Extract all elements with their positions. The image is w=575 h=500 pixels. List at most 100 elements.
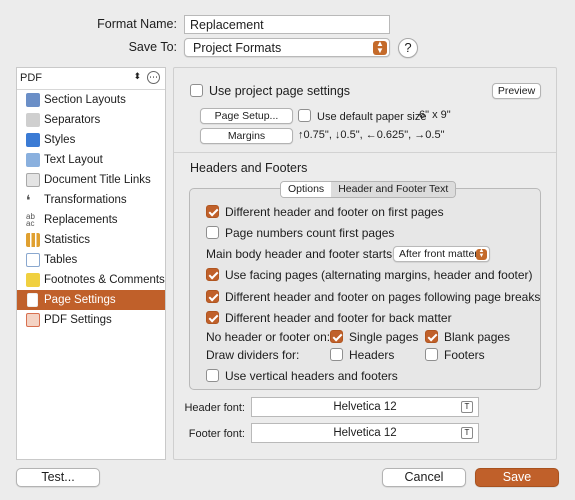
sidebar-item-label: Text Layout [44, 154, 103, 166]
checkbox-box [206, 226, 219, 239]
section-divider [174, 152, 556, 153]
chart-icon [26, 233, 40, 247]
paper-size-value: 6" x 9" [419, 109, 451, 121]
facing-pages-checkbox[interactable]: Use facing pages (alternating margins, h… [206, 268, 533, 282]
chevron-updown-icon: ⬍ [133, 71, 141, 81]
sidebar-item-label: Footnotes & Comments [44, 274, 165, 286]
dividers-label: Draw dividers for: [206, 348, 300, 362]
single-pages-checkbox[interactable]: Single pages [330, 330, 418, 344]
blank-pages-checkbox[interactable]: Blank pages [425, 330, 510, 344]
no-header-label: No header or footer on: [206, 330, 331, 344]
sidebar-item-label: Statistics [44, 234, 91, 246]
header-font-value: Helvetica 12 [333, 401, 397, 413]
format-name-input[interactable]: Replacement [184, 15, 390, 34]
footer-font-field[interactable]: Helvetica 12 T [251, 423, 479, 443]
checkbox-label: Different header and footer for back mat… [225, 311, 452, 325]
quote-icon: ❛ [26, 192, 31, 208]
main-body-label: Main body header and footer starts: [206, 247, 396, 261]
footers-divider-checkbox[interactable]: Footers [425, 348, 485, 362]
sidebar-item-separators[interactable]: Separators [17, 110, 165, 130]
main-body-value: After front matter [399, 248, 478, 260]
sidebar-item-pdf-settings[interactable]: PDF Settings [17, 310, 165, 330]
checkbox-label: Use facing pages (alternating margins, h… [225, 268, 533, 282]
chevron-updown-icon: ▲ ▼ [373, 40, 387, 55]
sidebar-item-label: PDF Settings [44, 314, 112, 326]
sidebar-item-tables[interactable]: Tables [17, 250, 165, 270]
page-breaks-checkbox[interactable]: Different header and footer on pages fol… [206, 290, 540, 304]
checkbox-box [206, 369, 219, 382]
main-body-select[interactable]: After front matter ▲ ▼ [393, 246, 490, 262]
footer-font-label: Footer font: [188, 428, 245, 440]
styles-icon [26, 133, 40, 147]
sidebar-item-label: Document Title Links [44, 174, 151, 186]
checkbox-box [330, 330, 343, 343]
sidebar-item-label: Section Layouts [44, 94, 126, 106]
headers-divider-checkbox[interactable]: Headers [330, 348, 394, 362]
sidebar-item-label: Tables [44, 254, 78, 266]
save-to-label: Save To: [128, 40, 177, 54]
margins-button[interactable]: Margins [200, 128, 293, 144]
checkbox-label: Different header and footer on first pag… [225, 205, 444, 219]
options-menu-icon[interactable]: ⋯ [147, 71, 160, 84]
sidebar-item-label: Styles [44, 134, 76, 146]
sidebar-format-value: PDF [20, 72, 42, 84]
text-layout-icon [26, 153, 40, 167]
checkbox-label: Use default paper size [317, 111, 427, 123]
checkbox-label: Blank pages [444, 330, 511, 344]
section-title: Headers and Footers [190, 161, 308, 175]
checkbox-box [206, 311, 219, 324]
sidebar-item-statistics[interactable]: Statistics [17, 230, 165, 250]
help-button[interactable]: ? [398, 38, 418, 58]
diff-first-pages-checkbox[interactable]: Different header and footer on first pag… [206, 205, 444, 219]
checkbox-label: Use project page settings [209, 84, 351, 98]
page-setup-button[interactable]: Page Setup... [200, 108, 293, 124]
pdf-icon [26, 313, 40, 327]
sidebar-item-document-title-links[interactable]: Document Title Links [17, 170, 165, 190]
page-numbers-count-checkbox[interactable]: Page numbers count first pages [206, 226, 394, 240]
save-to-select[interactable]: Project Formats ▲ ▼ [184, 38, 390, 57]
save-to-value: Project Formats [193, 41, 282, 55]
save-button[interactable]: Save [475, 468, 559, 487]
use-default-paper-checkbox[interactable]: Use default paper size [298, 109, 426, 123]
vertical-headers-checkbox[interactable]: Use vertical headers and footers [206, 369, 398, 383]
format-name-label: Format Name: [97, 17, 177, 31]
footer-font-value: Helvetica 12 [333, 427, 397, 439]
sidebar-item-footnotes-comments[interactable]: Footnotes & Comments [17, 270, 165, 290]
checkbox-label: Page numbers count first pages [225, 226, 395, 240]
sidebar-item-label: Transformations [44, 194, 127, 206]
sidebar-item-label: Page Settings [44, 294, 116, 306]
sidebar-item-label: Replacements [44, 214, 118, 226]
sidebar-item-text-layout[interactable]: Text Layout [17, 150, 165, 170]
checkbox-box [206, 268, 219, 281]
sidebar-item-styles[interactable]: Styles [17, 130, 165, 150]
checkbox-label: Different header and footer on pages fol… [225, 290, 541, 304]
sidebar-item-transformations[interactable]: ❛ Transformations [17, 190, 165, 210]
preview-button[interactable]: Preview [492, 83, 541, 99]
sidebar-item-replacements[interactable]: ab ac Replacements [17, 210, 165, 230]
replace-icon: ab ac [26, 212, 35, 228]
page-icon [27, 293, 38, 307]
tab-header-footer-text[interactable]: Header and Footer Text [331, 182, 456, 197]
header-font-field[interactable]: Helvetica 12 T [251, 397, 479, 417]
checkbox-box [330, 348, 343, 361]
sidebar-item-page-settings[interactable]: Page Settings [17, 290, 165, 310]
sidebar-format-select[interactable]: PDF ⬍ ⋯ [17, 68, 165, 90]
document-icon [26, 173, 40, 187]
sidebar-item-section-layouts[interactable]: Section Layouts [17, 90, 165, 110]
sidebar-list: Section Layouts Separators Styles Text L… [17, 90, 165, 330]
test-button[interactable]: Test... [16, 468, 100, 487]
checkbox-box [425, 348, 438, 361]
separators-icon [26, 113, 40, 127]
cancel-button[interactable]: Cancel [382, 468, 466, 487]
margins-value: ↑0.75", ↓0.5", ←0.625", →0.5" [298, 129, 445, 141]
font-picker-icon[interactable]: T [461, 427, 473, 439]
back-matter-checkbox[interactable]: Different header and footer for back mat… [206, 311, 452, 325]
font-picker-icon[interactable]: T [461, 401, 473, 413]
checkbox-label: Use vertical headers and footers [225, 369, 398, 383]
note-icon [26, 273, 40, 287]
checkbox-box [206, 290, 219, 303]
tab-options[interactable]: Options [281, 182, 332, 197]
use-project-settings-checkbox[interactable]: Use project page settings [190, 84, 350, 98]
checkbox-box [190, 84, 203, 97]
header-font-label: Header font: [184, 402, 245, 414]
